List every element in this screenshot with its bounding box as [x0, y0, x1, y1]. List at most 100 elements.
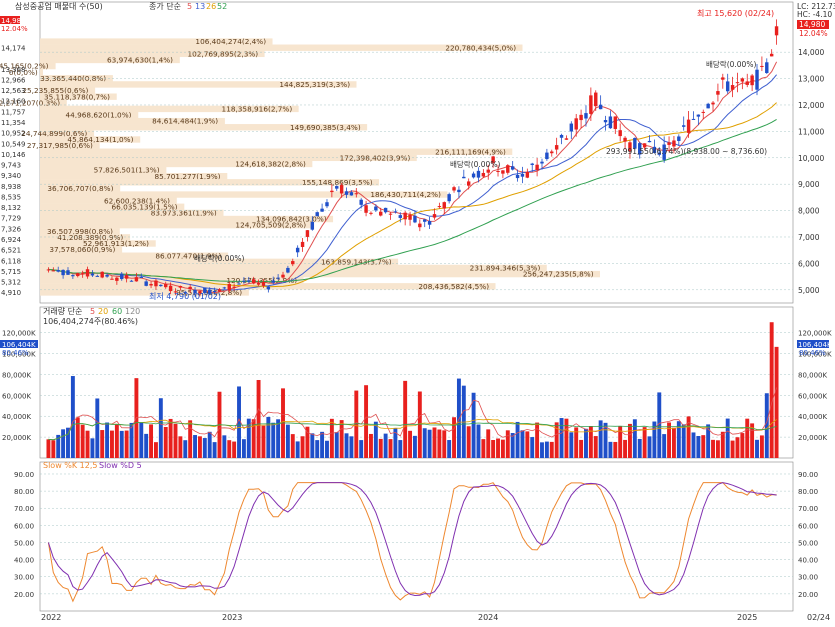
volume-bar: [349, 436, 354, 458]
volume-bar: [305, 426, 310, 458]
candle-body: [286, 267, 290, 273]
volume-bar: [212, 442, 217, 458]
candle-body: [466, 181, 471, 186]
volume-bar: [90, 438, 95, 458]
candle-body: [501, 170, 505, 174]
candle-body: [760, 65, 764, 67]
volume-bar: [168, 418, 173, 458]
candle-body: [242, 280, 246, 282]
low-annotation: 최저 4,790 (01/02): [149, 291, 221, 301]
candle-body: [154, 280, 158, 287]
candle-body: [716, 91, 720, 95]
candle-body: [129, 280, 134, 282]
candle-body: [95, 275, 100, 277]
volume-bar: [510, 433, 515, 458]
volume-profile-label: 118,358,916(2,7%): [222, 105, 293, 114]
candle-body: [359, 199, 363, 205]
volume-bar: [725, 418, 730, 458]
volume-bar: [261, 425, 266, 458]
price-tick-left: 10,146: [1, 151, 26, 159]
volume-bar: [285, 424, 290, 458]
volume-bar: [496, 438, 500, 458]
volume-bar: [124, 430, 129, 458]
volume-bar: [691, 432, 696, 458]
candle-body: [369, 212, 373, 214]
volume-bar: [540, 442, 544, 458]
candle-body: [271, 280, 275, 283]
volume-profile-label: 124,618,382(2,8%): [235, 160, 306, 169]
candle-body: [379, 211, 383, 216]
volume-tick-right: 80,000K: [798, 371, 827, 379]
volume-bar: [427, 429, 432, 458]
candle-body: [515, 174, 520, 179]
volume-profile-label: 102,769,895(2,3%): [187, 49, 258, 58]
volume-bar: [266, 416, 271, 458]
candle-body: [681, 125, 686, 127]
candle-body: [745, 81, 749, 85]
candle-body: [711, 102, 715, 105]
volume-bar: [344, 433, 349, 458]
volume-bar: [774, 346, 779, 458]
stoch-tick-right: 20.00: [798, 591, 818, 599]
volume-profile-label: 256,247,235(5,8%): [523, 270, 594, 279]
volume-bar: [241, 439, 246, 458]
price-tick-left: 7,326: [1, 225, 22, 233]
stock-chart[interactable]: 106,404,274(2,4%)220,780,434(5,0%)102,76…: [0, 0, 835, 623]
price-tick-left: 11,757: [1, 108, 26, 116]
volume-bar: [144, 433, 149, 458]
volume-bar: [671, 427, 676, 458]
price-tick-left: 14,174: [1, 45, 26, 53]
candle-body: [540, 161, 544, 164]
candle-body: [725, 81, 730, 92]
volume-profile-label: 172,398,402(3,9%): [340, 153, 411, 162]
pane-frame-2: [39, 461, 794, 612]
volume-bar: [452, 417, 456, 458]
volume-bar: [701, 435, 706, 458]
stoch-tick-left: 80.00: [14, 488, 34, 496]
volume-profile-label: 155,148,869(3,5%): [302, 178, 373, 187]
candle-body: [530, 163, 534, 165]
volume-profile-label: 124,705,509(2,8%): [235, 221, 306, 230]
volume-bar: [232, 441, 237, 458]
candle-body: [506, 165, 510, 173]
candle-body: [408, 214, 412, 220]
candle-body: [525, 171, 530, 178]
x-label-2025: 2025: [737, 613, 757, 622]
candle-body: [457, 189, 461, 193]
volume-bar: [183, 440, 188, 458]
price-tick-right: 11,000: [798, 127, 824, 136]
volume-bar: [149, 424, 154, 458]
x-date-label: 02/24: [807, 613, 830, 622]
volume-tick-left: 80,000K: [2, 371, 31, 379]
candle-body: [56, 270, 60, 272]
candle-body: [691, 118, 696, 120]
candle-body: [325, 202, 329, 207]
candle-body: [462, 176, 466, 179]
chart-title: 삼성중공업 매물대 수(50): [15, 1, 103, 11]
candle-body: [545, 152, 549, 160]
candle-body: [672, 140, 676, 147]
price-tick-right: 7,000: [798, 233, 820, 242]
candle-body: [442, 202, 446, 209]
volume-bar: [505, 430, 510, 458]
volume-badge-left-value: 106,404K: [2, 341, 36, 349]
volume-tick-left: 20,000K: [2, 434, 31, 442]
candle-body: [291, 261, 295, 265]
last-pct-left: 12.04%: [1, 25, 28, 33]
volume-bar: [105, 422, 110, 458]
volume-legend-ma5: 5: [90, 307, 95, 316]
candle-body: [393, 211, 398, 213]
volume-bar: [559, 418, 564, 458]
volume-bar: [310, 433, 315, 458]
candle-body: [51, 270, 56, 272]
volume-bar: [70, 376, 75, 458]
volume-legend-sub: 106,404,274주(80.46%): [43, 317, 138, 326]
volume-bar: [681, 424, 686, 458]
stoch-tick-left: 50.00: [14, 539, 34, 547]
volume-bar: [114, 424, 119, 458]
last-price-left: 14,980: [1, 17, 26, 25]
volume-bar: [491, 440, 496, 458]
price-tick-left: 4,910: [1, 289, 21, 297]
high-annotation: 최고 15,620 (02/24): [697, 8, 774, 18]
candle-body: [437, 206, 442, 208]
